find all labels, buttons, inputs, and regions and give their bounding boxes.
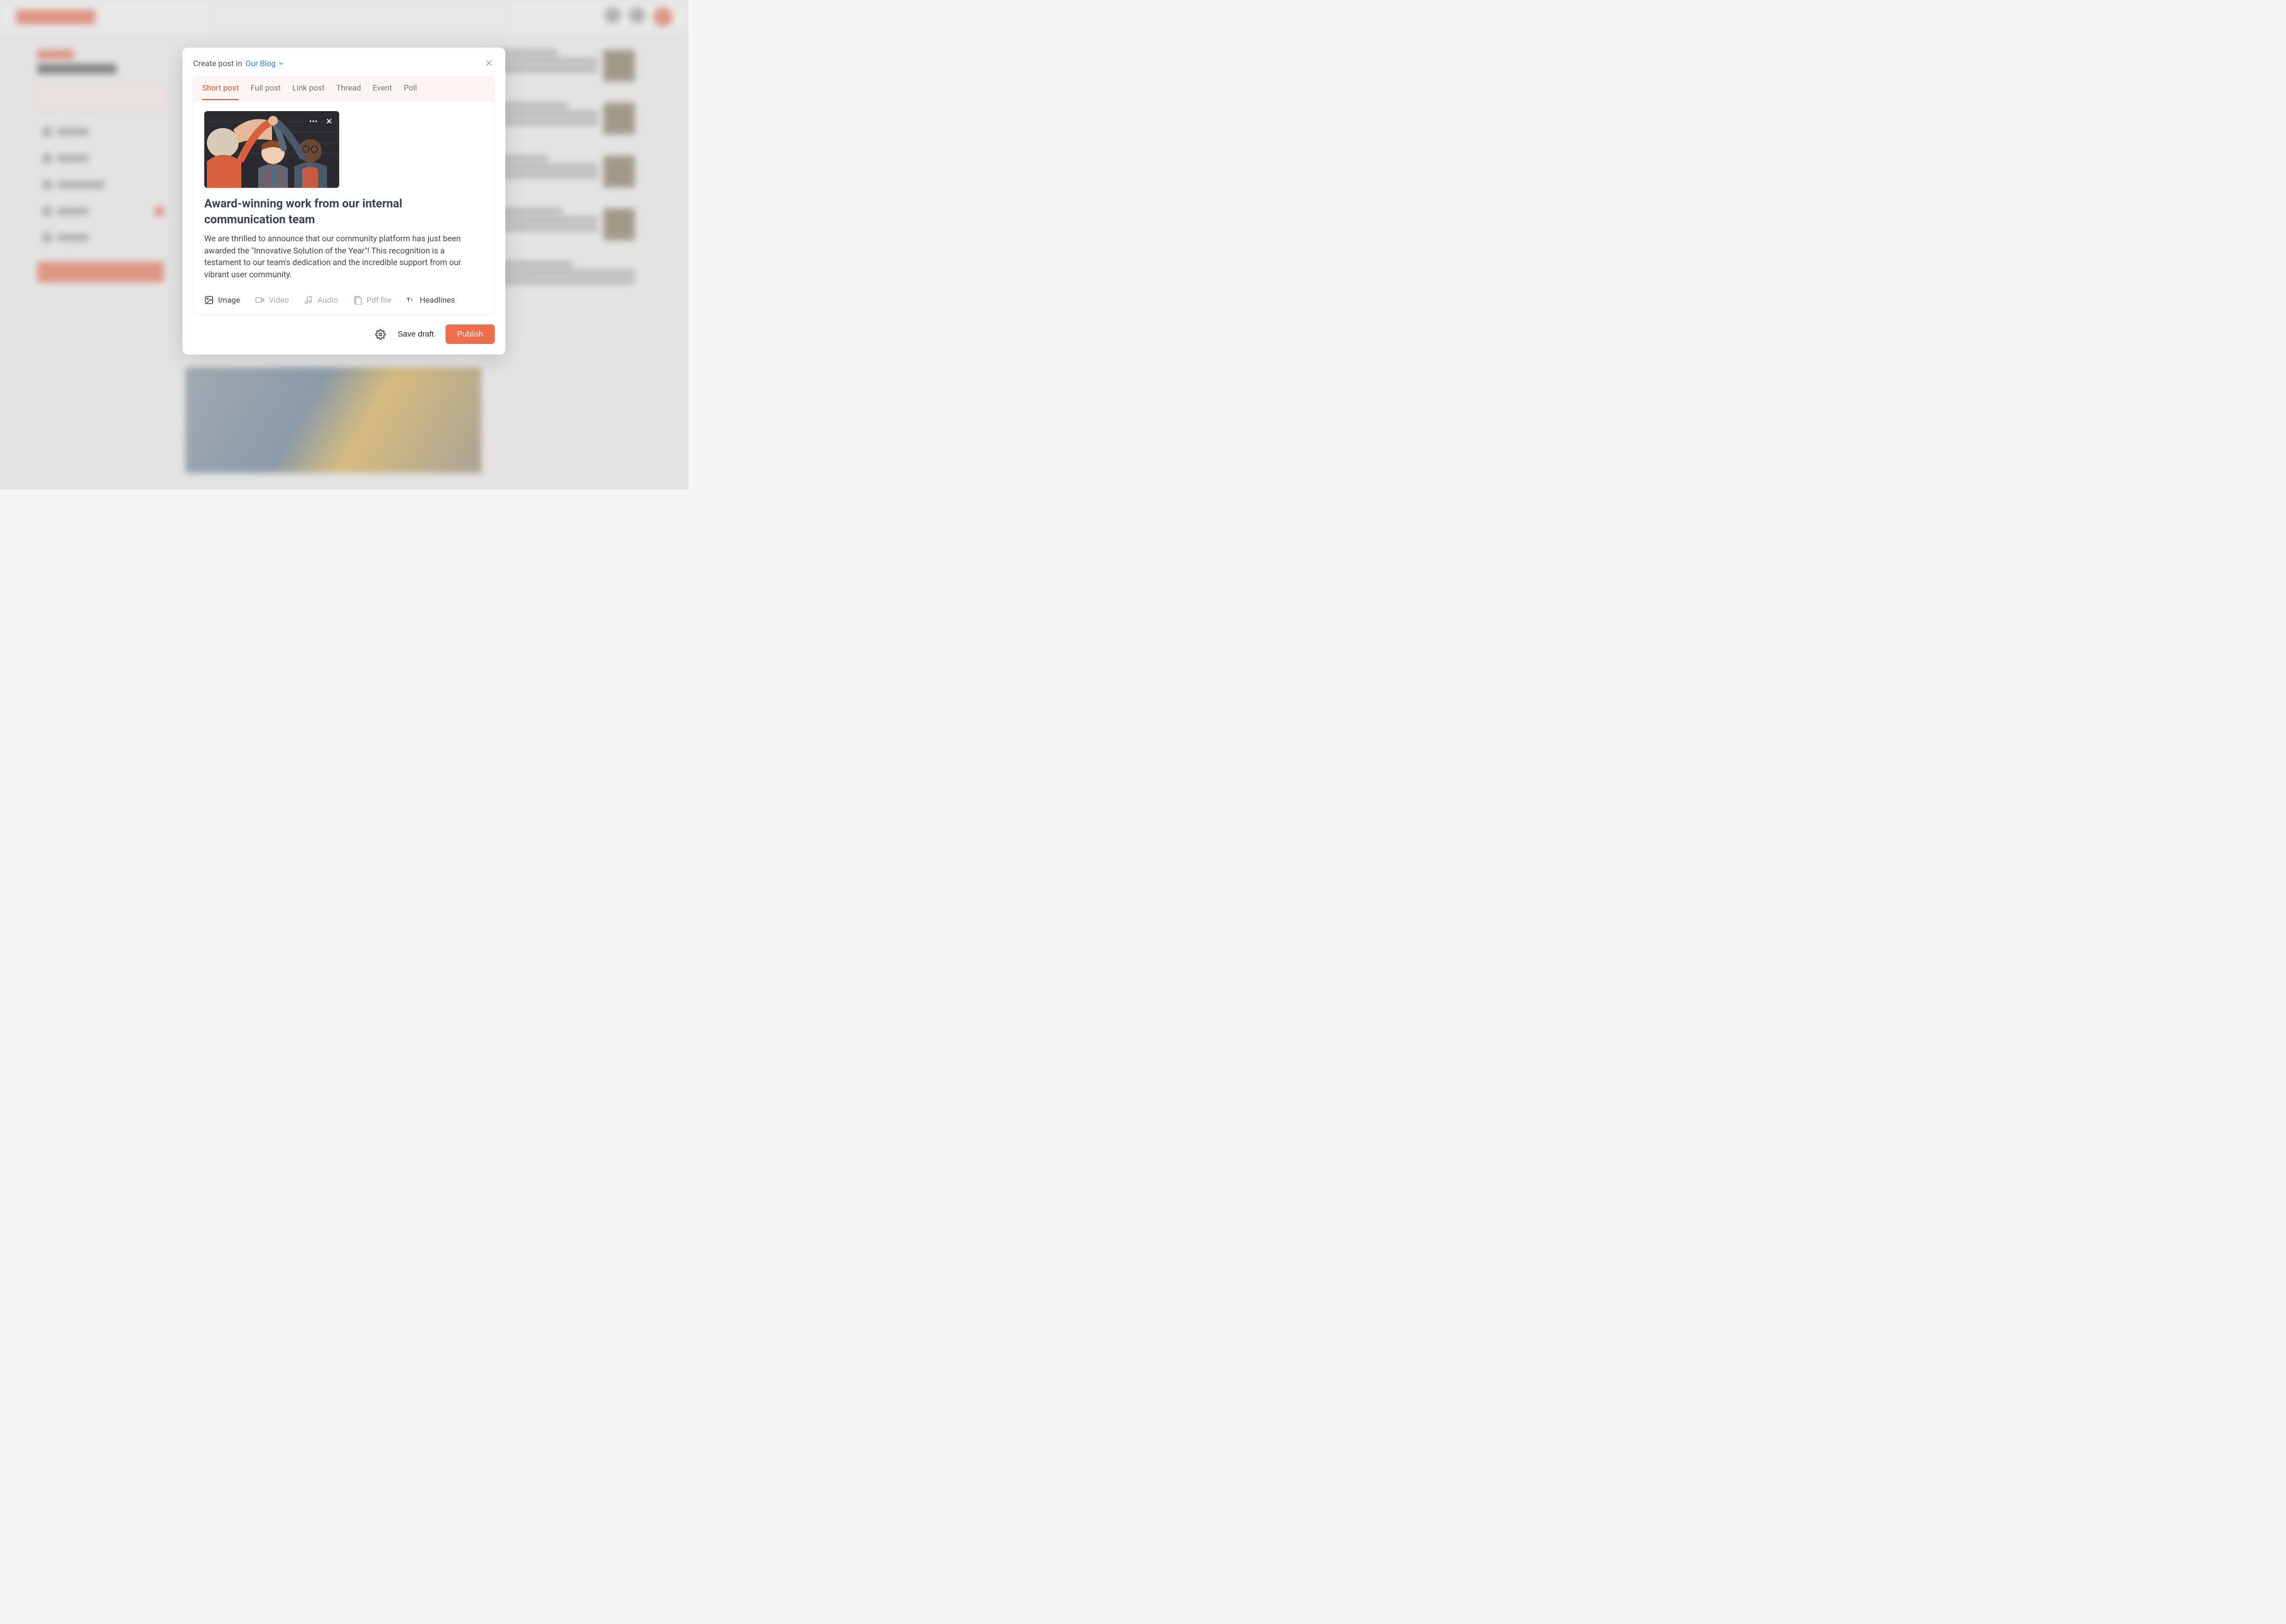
post-body-input[interactable]: We are thrilled to announce that our com… (204, 233, 484, 280)
close-icon (325, 117, 333, 125)
tab-thread[interactable]: Thread (336, 83, 361, 100)
media-label: Video (269, 295, 289, 305)
post-image-attachment (204, 111, 339, 188)
tab-full-post[interactable]: Full post (250, 83, 280, 100)
modal-header: Create post in Our Blog (193, 58, 495, 69)
post-title-input[interactable]: Award-winning work from our internal com… (204, 196, 484, 228)
headlines-icon: TT (406, 295, 415, 305)
add-pdf-button[interactable]: Pdf file (353, 295, 392, 305)
attachment-remove-button[interactable] (323, 115, 335, 127)
media-label: Headlines (420, 295, 455, 305)
post-target-name: Our Blog (246, 59, 276, 68)
svg-text:T: T (407, 297, 411, 303)
add-headlines-button[interactable]: TT Headlines (406, 295, 455, 305)
tab-event[interactable]: Event (373, 83, 392, 100)
image-icon (204, 295, 214, 305)
video-icon (255, 295, 265, 305)
post-settings-button[interactable] (375, 329, 386, 340)
modal-footer: Save draft Publish (193, 324, 495, 344)
tab-link-post[interactable]: Link post (292, 83, 324, 100)
pdf-icon (353, 295, 362, 305)
attachment-options-button[interactable] (307, 115, 319, 127)
create-in-label: Create post in (193, 59, 242, 68)
post-type-tabs: Short post Full post Link post Thread Ev… (193, 76, 495, 101)
media-label: Pdf file (367, 295, 392, 305)
more-icon (309, 116, 318, 126)
audio-icon (304, 295, 313, 305)
close-icon (484, 58, 494, 68)
add-image-button[interactable]: Image (204, 295, 240, 305)
publish-button[interactable]: Publish (446, 324, 495, 344)
post-target-dropdown[interactable]: Our Blog (246, 59, 284, 68)
gear-icon (375, 329, 386, 340)
create-post-modal: Create post in Our Blog Short post Full … (183, 48, 505, 355)
add-audio-button[interactable]: Audio (304, 295, 338, 305)
media-toolbar: Image Video Audio Pdf file TT Headlines (204, 295, 484, 305)
tab-poll[interactable]: Poll (404, 83, 417, 100)
editor-panel: Award-winning work from our internal com… (193, 101, 495, 315)
media-label: Audio (318, 295, 338, 305)
media-label: Image (218, 295, 240, 305)
save-draft-button[interactable]: Save draft (397, 330, 433, 339)
chevron-down-icon (278, 60, 284, 67)
close-modal-button[interactable] (484, 58, 495, 69)
tab-short-post[interactable]: Short post (202, 83, 239, 100)
svg-text:T: T (411, 299, 413, 303)
add-video-button[interactable]: Video (255, 295, 289, 305)
